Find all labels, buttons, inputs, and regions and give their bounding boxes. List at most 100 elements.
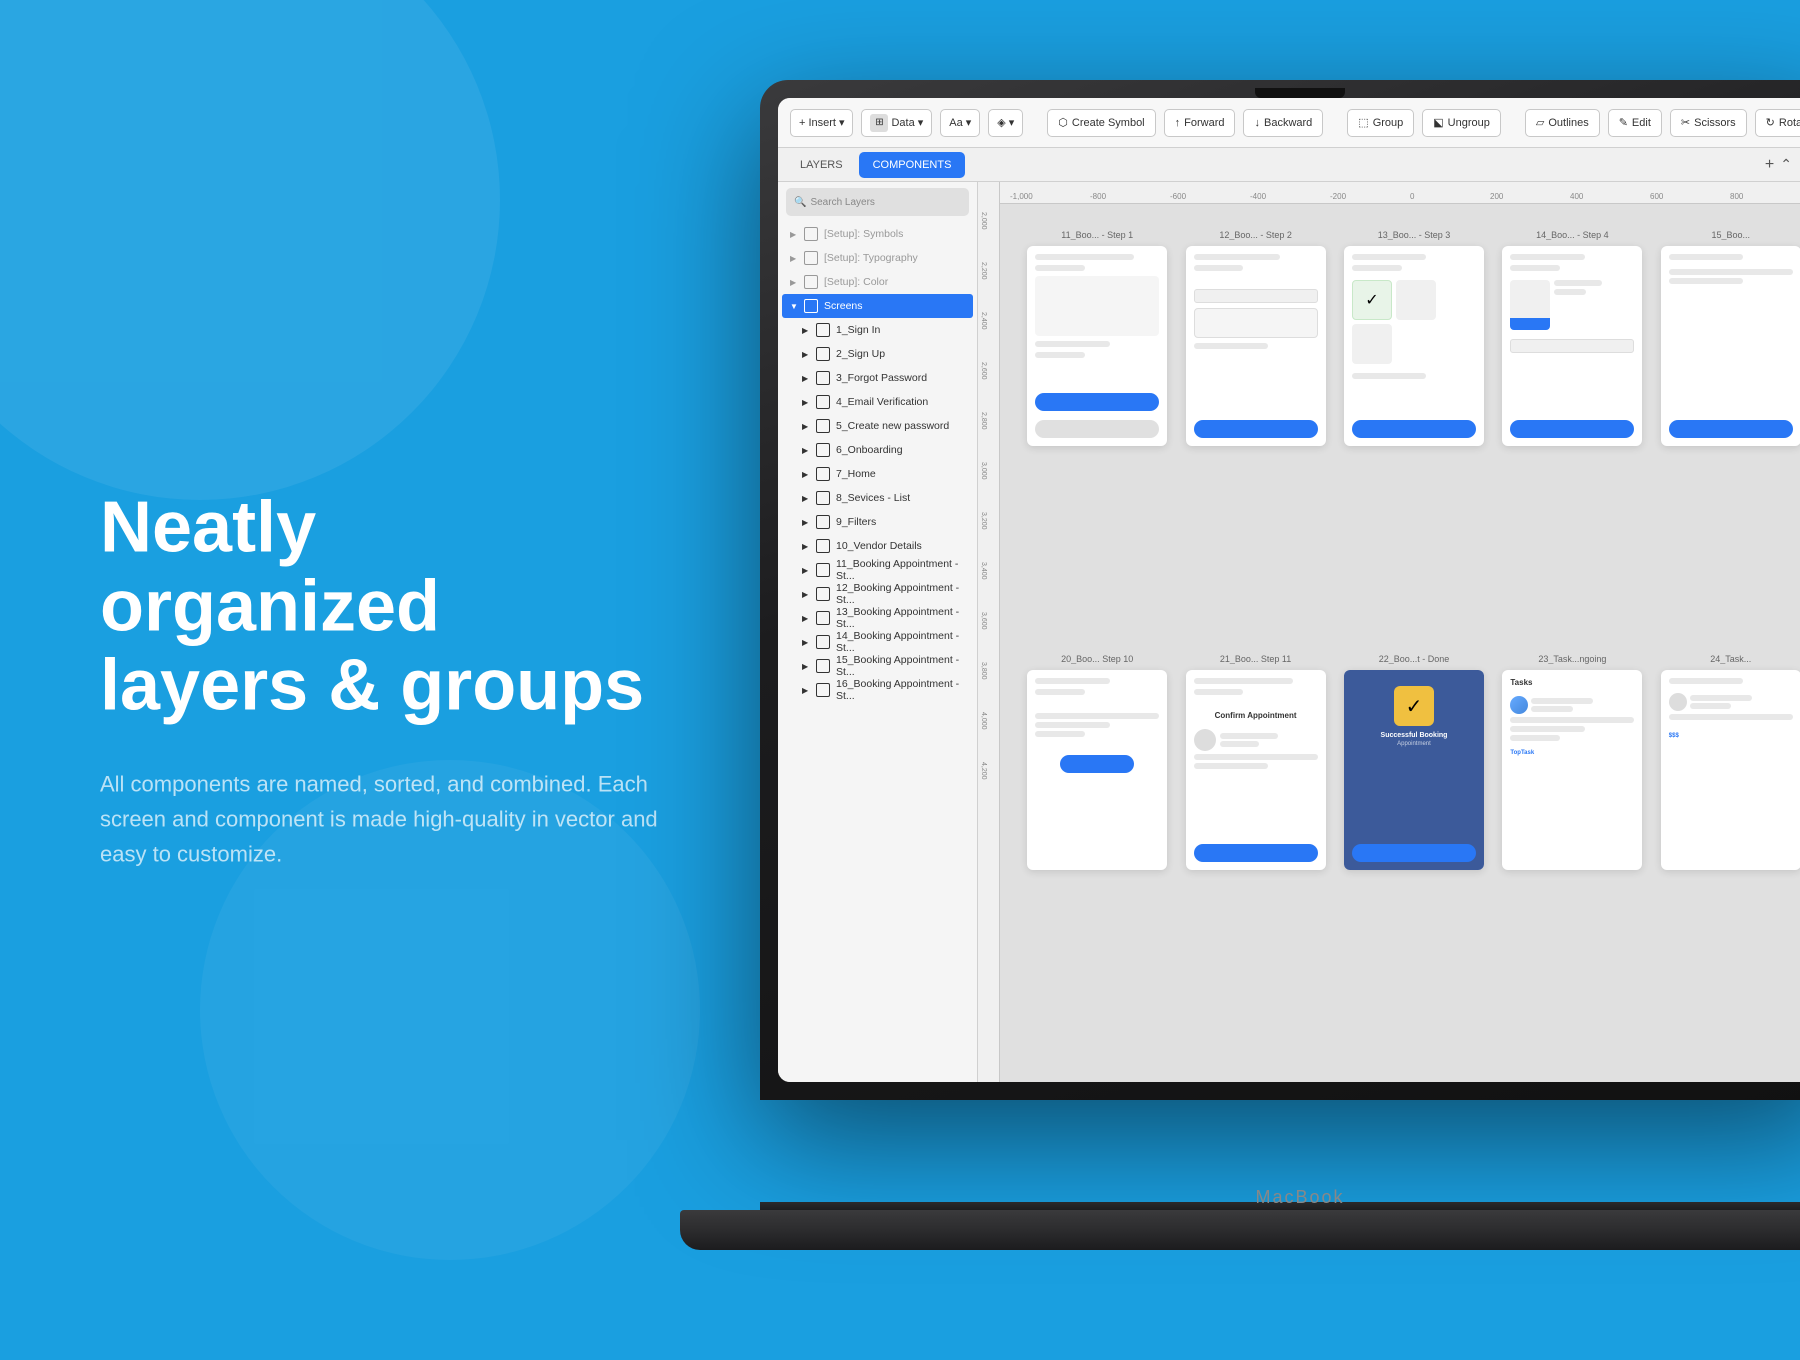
outlines-icon: ▱	[1536, 116, 1544, 129]
layer-item-services[interactable]: ▶ 8_Sevices - List	[782, 486, 973, 510]
laptop-body: + Insert ▾ ⊞ Data ▾ Aa ▾ ◈	[760, 80, 1800, 1100]
layer-item-screens[interactable]: ▼ Screens	[782, 294, 973, 318]
ruler-mark: -200	[1330, 192, 1346, 201]
group-icon: ⬚	[1358, 116, 1368, 129]
toolbar-scissors-btn[interactable]: ✂ Scissors	[1670, 109, 1747, 137]
screen-frame-21: Confirm Appointment	[1186, 670, 1326, 870]
screen-frame-23: Tasks	[1502, 670, 1642, 870]
sketch-canvas: -1,000 -800 -600 -400 -200 0 200 400 600…	[978, 182, 1800, 1082]
ruler-mark-vertical: 2,400	[980, 312, 987, 330]
arrow-icon: ▶	[802, 374, 810, 383]
layers-sidebar: 🔍 Search Layers ▶ [Setup]: Symbols	[778, 182, 978, 1082]
layer-item-setup-typography[interactable]: ▶ [Setup]: Typography	[782, 246, 973, 270]
layer-item-sign-up[interactable]: ▶ 2_Sign Up	[782, 342, 973, 366]
arrow-icon: ▶	[802, 638, 810, 647]
arrow-icon: ▶	[802, 542, 810, 551]
layer-item-booking-13[interactable]: ▶ 13_Booking Appointment - St...	[782, 606, 973, 630]
screen-label-11: 11_Boo... - Step 1	[1061, 230, 1133, 240]
data-icon: ⊞	[870, 114, 888, 132]
layer-item-booking-14[interactable]: ▶ 14_Booking Appointment - St...	[782, 630, 973, 654]
screen-label-15: 15_Boo...	[1712, 230, 1751, 240]
layer-item-email-verification[interactable]: ▶ 4_Email Verification	[782, 390, 973, 414]
search-layers-bar[interactable]: 🔍 Search Layers	[786, 188, 969, 216]
layer-item-filters[interactable]: ▶ 9_Filters	[782, 510, 973, 534]
layer-item-setup-symbols[interactable]: ▶ [Setup]: Symbols	[782, 222, 973, 246]
group-icon	[816, 515, 830, 529]
ruler-mark-vertical: 2,200	[980, 262, 987, 280]
layer-item-booking-16[interactable]: ▶ 16_Booking Appointment - St...	[782, 678, 973, 702]
ruler-side: 2,000 2,200 2,400 2,600 2,800 3,000 3,20…	[978, 182, 1000, 1082]
screen-label-20: 20_Boo... Step 10	[1061, 654, 1133, 664]
screen-frame-24: $$$	[1661, 670, 1800, 870]
ungroup-icon: ⬕	[1433, 116, 1443, 129]
layer-item-vendor[interactable]: ▶ 10_Vendor Details	[782, 534, 973, 558]
ruler-mark: -600	[1170, 192, 1186, 201]
group-icon	[804, 227, 818, 241]
group-icon	[816, 419, 830, 433]
layer-item-onboarding[interactable]: ▶ 6_Onboarding	[782, 438, 973, 462]
collapse-btn[interactable]: ⌃	[1780, 156, 1792, 173]
toolbar-rotate-btn[interactable]: ↻ Rotate	[1755, 109, 1800, 137]
screen-thumb-14: 14_Boo... - Step 4	[1501, 230, 1643, 638]
layer-item-create-password[interactable]: ▶ 5_Create new password	[782, 414, 973, 438]
layer-item-booking-12[interactable]: ▶ 12_Booking Appointment - St...	[782, 582, 973, 606]
group-icon	[804, 251, 818, 265]
screen-label-23: 23_Task...ngoing	[1538, 654, 1606, 664]
toolbar-backward-btn[interactable]: ↓ Backward	[1243, 109, 1323, 137]
group-icon	[816, 635, 830, 649]
toolbar-insert-btn[interactable]: + Insert ▾	[790, 109, 853, 137]
arrow-icon: ▶	[802, 662, 810, 671]
search-icon: 🔍	[794, 197, 806, 208]
group-icon	[816, 539, 830, 553]
toolbar-data-btn[interactable]: ⊞ Data ▾	[861, 109, 932, 137]
toolbar-group-btn[interactable]: ⬚ Group	[1347, 109, 1414, 137]
screen-thumb-13: 13_Boo... - Step 3 ✓	[1343, 230, 1485, 638]
tab-components[interactable]: COMPONENTS	[859, 152, 966, 178]
toolbar-edit-btn[interactable]: ✎ Edit	[1608, 109, 1662, 137]
ruler-mark: 200	[1490, 192, 1503, 201]
toolbar-create-symbol-btn[interactable]: ⬡ Create Symbol	[1047, 109, 1155, 137]
toolbar-text-btn[interactable]: Aa ▾	[940, 109, 980, 137]
add-layer-btn[interactable]: +	[1765, 157, 1774, 173]
macbook-label: MacBook	[1255, 1187, 1344, 1208]
arrow-icon: ▶	[790, 254, 798, 263]
main-title: Neatly organized layers & groups	[100, 488, 660, 726]
ruler-mark-vertical: 3,200	[980, 512, 987, 530]
arrow-icon: ▶	[802, 494, 810, 503]
arrow-icon: ▶	[802, 518, 810, 527]
screen-label-12: 12_Boo... - Step 2	[1219, 230, 1292, 240]
arrow-icon: ▼	[790, 302, 798, 311]
ruler-mark: -800	[1090, 192, 1106, 201]
arrow-icon: ▶	[790, 230, 798, 239]
ruler-mark: -400	[1250, 192, 1266, 201]
group-icon	[816, 611, 830, 625]
chevron-icon3: ▾	[966, 116, 972, 129]
layer-item-home[interactable]: ▶ 7_Home	[782, 462, 973, 486]
layer-item-booking-15[interactable]: ▶ 15_Booking Appointment - St...	[782, 654, 973, 678]
chevron-icon: ▾	[839, 116, 845, 129]
screen-thumb-15: 15_Boo...	[1660, 230, 1800, 638]
ruler-mark-vertical: 3,600	[980, 612, 987, 630]
ruler-mark-vertical: 3,000	[980, 462, 987, 480]
layer-item-forgot-password[interactable]: ▶ 3_Forgot Password	[782, 366, 973, 390]
ruler-mark: 800	[1730, 192, 1743, 201]
layer-item-booking-11[interactable]: ▶ 11_Booking Appointment - St...	[782, 558, 973, 582]
group-icon	[804, 299, 818, 313]
ruler-mark: -1,000	[1010, 192, 1033, 201]
screen-thumb-12: 12_Boo... - Step 2	[1184, 230, 1326, 638]
ruler-mark-vertical: 3,400	[980, 562, 987, 580]
toolbar-forward-btn[interactable]: ↑ Forward	[1164, 109, 1236, 137]
arrow-icon: ▶	[802, 350, 810, 359]
toolbar-symbols-btn[interactable]: ◈ ▾	[988, 109, 1023, 137]
group-icon	[804, 275, 818, 289]
toolbar-outlines-btn[interactable]: ▱ Outlines	[1525, 109, 1600, 137]
layer-item-sign-in[interactable]: ▶ 1_Sign In	[782, 318, 973, 342]
layer-item-setup-color[interactable]: ▶ [Setup]: Color	[782, 270, 973, 294]
ruler-mark: 600	[1650, 192, 1663, 201]
group-icon	[816, 563, 830, 577]
ruler-mark: 0	[1410, 192, 1414, 201]
tab-layers[interactable]: LAYERS	[786, 152, 857, 178]
screen-frame-12	[1186, 246, 1326, 446]
toolbar-ungroup-btn[interactable]: ⬕ Ungroup	[1422, 109, 1501, 137]
group-icon	[816, 395, 830, 409]
